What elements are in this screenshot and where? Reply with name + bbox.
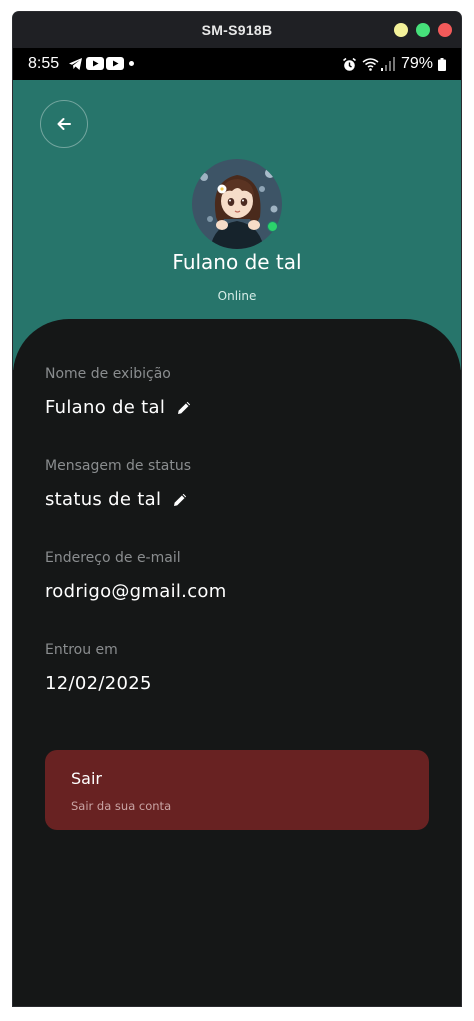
window-titlebar: SM-S918B bbox=[13, 12, 461, 48]
minimize-button[interactable] bbox=[394, 23, 408, 37]
display-name-value[interactable]: Fulano de tal bbox=[45, 397, 192, 418]
email-value: rodrigo@gmail.com bbox=[45, 581, 227, 602]
joined-label: Entrou em bbox=[45, 642, 118, 658]
alarm-icon bbox=[342, 57, 357, 72]
battery-percentage: 79% bbox=[401, 55, 434, 72]
telegram-icon bbox=[68, 57, 83, 71]
status-message-label: Mensagem de status bbox=[45, 458, 191, 474]
pencil-icon[interactable] bbox=[177, 400, 192, 415]
maximize-button[interactable] bbox=[416, 23, 430, 37]
pencil-icon[interactable] bbox=[173, 492, 188, 507]
arrow-left-icon bbox=[55, 115, 73, 133]
display-name-text: Fulano de tal bbox=[45, 397, 166, 418]
status-message-text: status de tal bbox=[45, 489, 162, 510]
profile-name: Fulano de tal bbox=[172, 250, 302, 274]
avatar[interactable] bbox=[192, 159, 282, 249]
youtube-icon bbox=[106, 57, 124, 70]
logout-subtitle: Sair da sua conta bbox=[71, 799, 172, 813]
online-indicator bbox=[267, 221, 278, 232]
display-name-label: Nome de exibição bbox=[45, 366, 171, 382]
notification-dot-icon bbox=[129, 61, 134, 66]
profile-presence: Online bbox=[217, 289, 257, 303]
youtube-icon bbox=[86, 57, 104, 70]
battery-icon bbox=[438, 58, 446, 71]
wifi-icon bbox=[362, 57, 379, 71]
logout-title: Sair bbox=[71, 769, 102, 788]
joined-value: 12/02/2025 bbox=[45, 673, 152, 694]
status-time: 8:55 bbox=[28, 55, 60, 72]
device-window: SM-S918B 8:55 79% Fulano de tal Online N… bbox=[13, 12, 461, 1006]
close-button[interactable] bbox=[438, 23, 452, 37]
status-message-value[interactable]: status de tal bbox=[45, 489, 188, 510]
status-bar: 8:55 79% bbox=[13, 48, 461, 80]
signal-icon bbox=[381, 57, 395, 71]
back-button[interactable] bbox=[40, 100, 88, 148]
logout-button[interactable]: Sair Sair da sua conta bbox=[45, 750, 429, 830]
profile-details-panel: Nome de exibição Fulano de tal Mensagem … bbox=[13, 319, 461, 1006]
email-label: Endereço de e-mail bbox=[45, 550, 181, 566]
